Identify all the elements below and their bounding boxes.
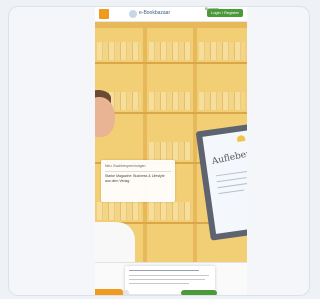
- article-teaser[interactable]: Neu: Buchbesprechungen Starke Magazine: …: [101, 160, 175, 202]
- laptop-screen: Aufleben: [202, 130, 247, 234]
- screen-line: [216, 177, 247, 183]
- cookie-accept-button[interactable]: [181, 290, 217, 295]
- preview-card: e-Bookbazaar Bloggers Login / Register: [8, 6, 310, 296]
- menu-icon[interactable]: [99, 9, 109, 19]
- feedback-tab[interactable]: [95, 289, 123, 295]
- book-row: [149, 42, 191, 60]
- book-row: [199, 92, 245, 110]
- cookie-title-line: [129, 270, 199, 271]
- shelf-line: [95, 62, 247, 64]
- book-row: [149, 202, 191, 220]
- book-row: [97, 202, 141, 220]
- book-row: [199, 42, 245, 60]
- cookie-text-line: [129, 279, 205, 280]
- hero-image: Aufleben Neu: Buchbesprechungen Starke M…: [95, 22, 247, 282]
- cookie-text-line: [129, 283, 189, 284]
- screen-line: [218, 189, 245, 195]
- site-logo-text[interactable]: e-Bookbazaar: [139, 10, 170, 16]
- shelf-top: [95, 22, 247, 28]
- teaser-kicker: Neu: Buchbesprechungen: [105, 164, 146, 168]
- book-row: [149, 92, 191, 110]
- login-button[interactable]: Login / Register: [207, 9, 243, 17]
- screen-line: [215, 170, 247, 177]
- screen-text: Aufleben: [211, 148, 247, 168]
- cookie-text-line: [129, 275, 209, 276]
- screen-logo-icon: [236, 134, 246, 142]
- book-row: [97, 42, 141, 60]
- mobile-screenshot: e-Bookbazaar Bloggers Login / Register: [95, 7, 247, 295]
- teaser-title[interactable]: Starke Magazine: Business & Lifestyle au…: [105, 174, 171, 184]
- screen-line: [217, 182, 247, 189]
- book-row: [149, 142, 191, 160]
- shelf-divider: [143, 22, 147, 262]
- logo-icon: [129, 10, 137, 18]
- teaser-divider: [105, 171, 171, 172]
- site-header: e-Bookbazaar Bloggers Login / Register: [95, 7, 247, 22]
- shelf-line: [95, 112, 247, 114]
